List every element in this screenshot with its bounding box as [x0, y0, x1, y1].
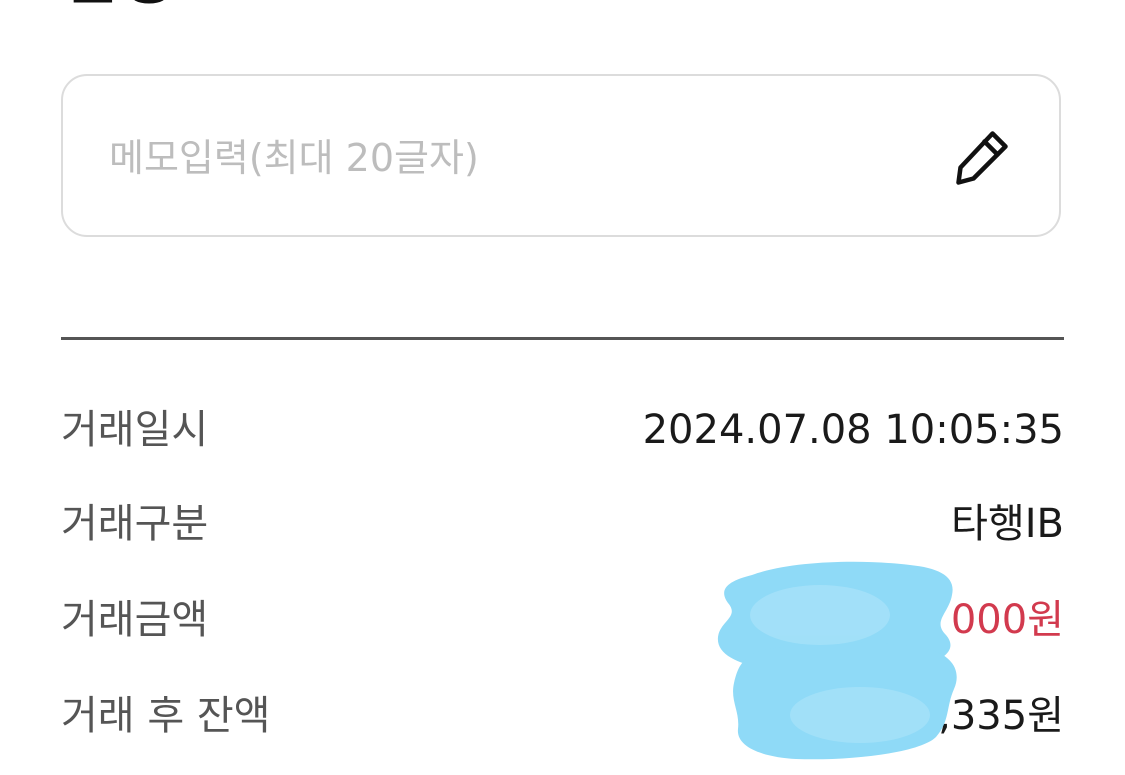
detail-label: 거래구분 [61, 501, 209, 547]
detail-row-datetime: 거래일시 2024.07.08 10:05:35 [61, 400, 1064, 460]
page-title: 신청 [62, 0, 176, 8]
detail-value-amount: 000원 [950, 597, 1064, 643]
section-divider [61, 337, 1064, 340]
detail-label: 거래일시 [61, 407, 209, 453]
pencil-icon[interactable] [951, 128, 1011, 188]
detail-label: 거래 후 잔액 [61, 693, 271, 739]
detail-value: 타행IB [951, 501, 1064, 547]
memo-input-box[interactable] [61, 74, 1061, 237]
detail-value: 2024.07.08 10:05:35 [642, 407, 1064, 453]
detail-label: 거래금액 [61, 597, 209, 643]
detail-row-type: 거래구분 타행IB [61, 494, 1064, 554]
detail-row-balance: 거래 후 잔액 ,335원 [61, 686, 1064, 746]
detail-row-amount: 거래금액 000원 [61, 590, 1064, 650]
memo-input[interactable] [109, 126, 889, 190]
detail-value-balance: ,335원 [938, 693, 1064, 739]
